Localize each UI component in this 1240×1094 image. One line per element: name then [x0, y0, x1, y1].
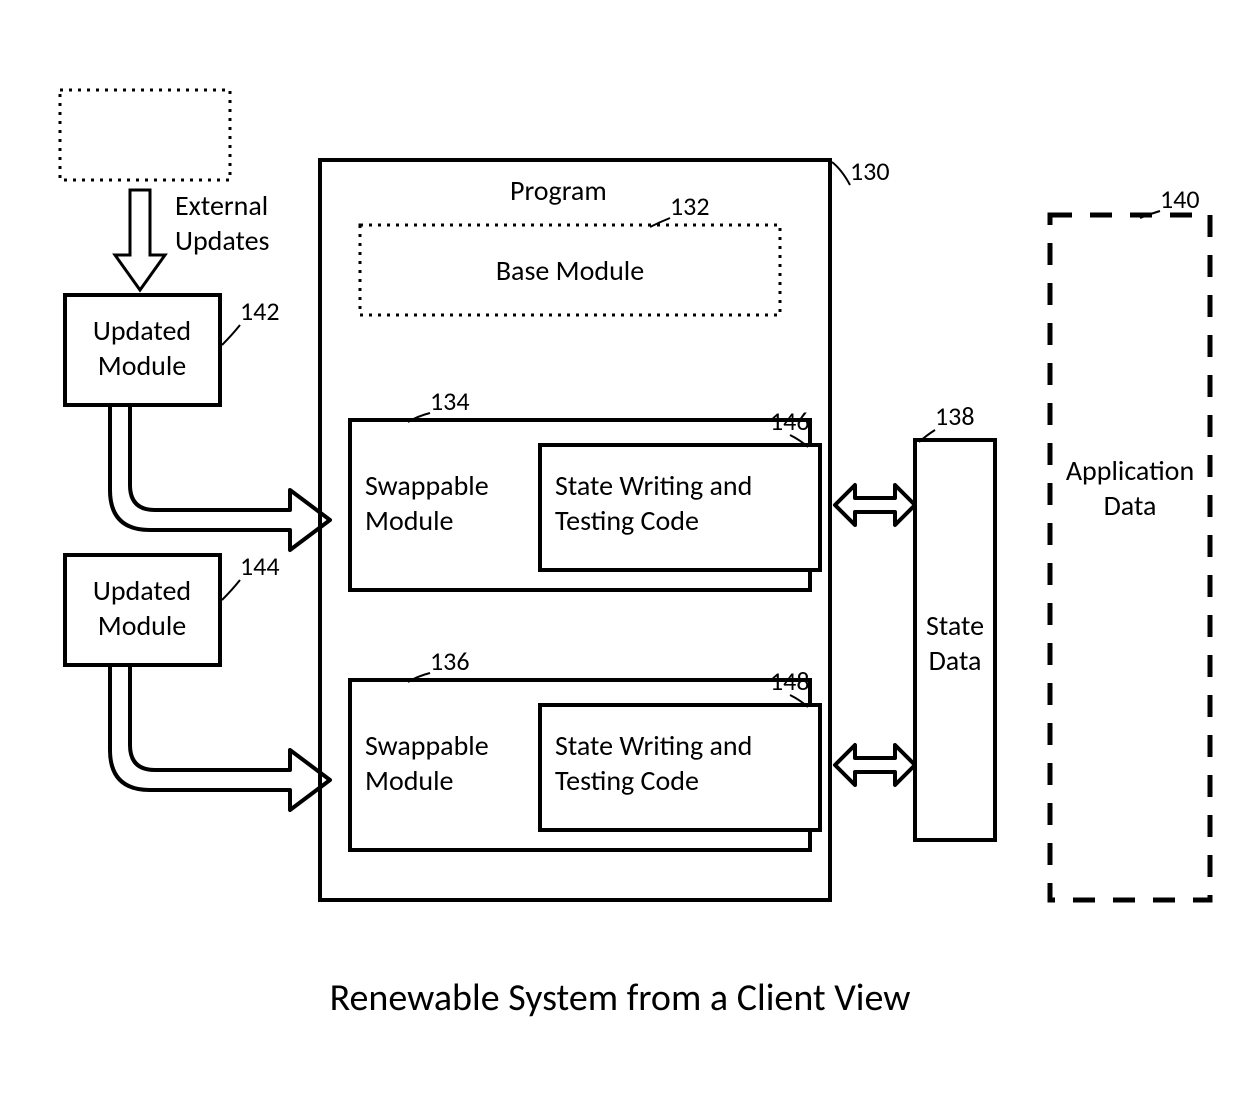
swap1-line2: Module: [365, 503, 453, 538]
swap1-line1: Swappable: [365, 468, 489, 503]
arrow-updated2-to-swap2: [110, 665, 330, 810]
app-data-line2: Data: [1104, 488, 1157, 523]
ref-130: 130: [850, 155, 890, 187]
updated-module-2-line2: Module: [98, 608, 186, 643]
updated-module-1-line1: Updated: [93, 313, 191, 348]
arrow-updated1-to-swap1: [110, 405, 330, 550]
diagram-caption: Renewable System from a Client View: [330, 975, 911, 1021]
state-data-line2: Data: [929, 643, 982, 678]
arrow-swap1-state: [835, 485, 915, 525]
swap2-line2: Module: [365, 763, 453, 798]
external-updates-label-2: Updates: [175, 223, 270, 258]
application-data-box: [1050, 215, 1210, 900]
code2-line1: State Writing and: [555, 728, 752, 763]
ref-144-leader: [222, 580, 240, 600]
ref-142: 142: [240, 295, 280, 327]
ref-130-leader: [832, 162, 850, 185]
ref-132: 132: [670, 190, 710, 222]
ref-140: 140: [1160, 183, 1200, 215]
state-data-line1: State: [926, 608, 984, 643]
ref-138: 138: [935, 400, 975, 432]
updated-module-1-line2: Module: [98, 348, 186, 383]
diagram-canvas: External Updates Updated Module 142 Upda…: [0, 0, 1240, 1094]
arrow-swap2-state: [835, 745, 915, 785]
code2-line2: Testing Code: [555, 763, 699, 798]
ref-148: 148: [770, 665, 810, 697]
base-module-label: Base Module: [496, 253, 644, 288]
ref-134: 134: [430, 385, 470, 417]
ref-146: 146: [770, 405, 810, 437]
app-data-line1: Application: [1066, 453, 1194, 488]
swap2-line1: Swappable: [365, 728, 489, 763]
arrow-external-to-updated1: [115, 190, 165, 290]
ref-142-leader: [222, 325, 240, 345]
code1-line1: State Writing and: [555, 468, 752, 503]
program-title: Program: [510, 173, 607, 208]
external-source-box: [60, 90, 230, 180]
updated-module-2-line1: Updated: [93, 573, 191, 608]
ref-136: 136: [430, 645, 470, 677]
code1-line2: Testing Code: [555, 503, 699, 538]
external-updates-label-1: External: [175, 188, 268, 223]
ref-144: 144: [240, 550, 280, 582]
